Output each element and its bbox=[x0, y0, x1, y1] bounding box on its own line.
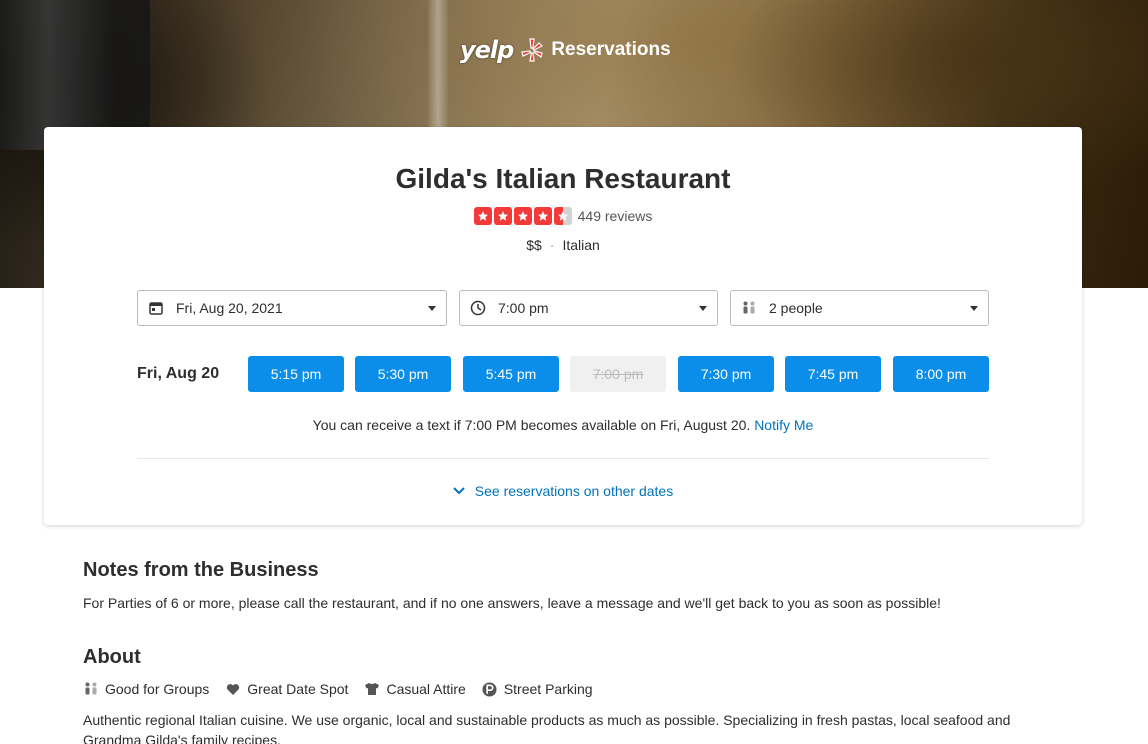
chevron-down-icon bbox=[699, 306, 707, 311]
star-icon bbox=[473, 207, 492, 225]
date-value: Fri, Aug 20, 2021 bbox=[176, 300, 283, 316]
time-slot-button[interactable]: 8:00 pm bbox=[893, 356, 989, 392]
time-select[interactable]: 7:00 pm bbox=[459, 290, 718, 326]
amenities-list: Good for Groups Great Date Spot Casual A… bbox=[83, 681, 593, 697]
star-rating bbox=[473, 207, 572, 225]
half-star-icon bbox=[553, 207, 572, 225]
party-size-select[interactable]: 2 people bbox=[730, 290, 989, 326]
amenity-great-date-spot: Great Date Spot bbox=[225, 681, 348, 697]
business-category[interactable]: Italian bbox=[562, 237, 599, 253]
price-range: $$ bbox=[526, 237, 542, 253]
review-count[interactable]: 449 reviews bbox=[578, 208, 653, 224]
shirt-icon bbox=[364, 681, 380, 697]
notify-message: You can receive a text if 7:00 PM become… bbox=[44, 417, 1082, 433]
calendar-icon bbox=[148, 300, 164, 316]
chevron-down-icon bbox=[453, 487, 465, 495]
date-select[interactable]: Fri, Aug 20, 2021 bbox=[137, 290, 447, 326]
people-icon bbox=[83, 681, 99, 697]
amenity-label: Great Date Spot bbox=[247, 681, 349, 697]
other-dates-label: See reservations on other dates bbox=[474, 483, 674, 499]
time-slot-button[interactable]: 7:45 pm bbox=[785, 356, 881, 392]
card-divider bbox=[137, 458, 989, 459]
yelp-burst-icon bbox=[521, 38, 544, 62]
notes-text: For Parties of 6 or more, please call th… bbox=[83, 595, 941, 611]
amenity-label: Good for Groups bbox=[105, 681, 210, 697]
people-icon bbox=[741, 300, 757, 316]
availability-day-label: Fri, Aug 20 bbox=[137, 365, 220, 382]
notes-heading: Notes from the Business bbox=[83, 559, 319, 581]
business-meta: $$ · Italian bbox=[44, 237, 1082, 253]
about-description: Authentic regional Italian cuisine. We u… bbox=[83, 712, 1011, 744]
star-icon bbox=[533, 207, 552, 225]
time-slot-button[interactable]: 7:30 pm bbox=[678, 356, 774, 392]
amenity-street-parking: Street Parking bbox=[482, 681, 593, 697]
time-value: 7:00 pm bbox=[498, 300, 549, 316]
time-slot-unavailable: 7:00 pm bbox=[570, 356, 666, 392]
business-name: Gilda's Italian Restaurant bbox=[395, 163, 731, 194]
rating-row: 449 reviews bbox=[44, 207, 1082, 225]
amenity-good-for-groups: Good for Groups bbox=[83, 681, 209, 697]
brand-header[interactable]: yelp Reservations bbox=[460, 30, 671, 70]
party-size-value: 2 people bbox=[769, 300, 823, 316]
heart-icon bbox=[225, 681, 241, 697]
time-slot-button[interactable]: 5:15 pm bbox=[248, 356, 344, 392]
parking-icon bbox=[482, 681, 498, 697]
chevron-down-icon bbox=[970, 306, 978, 311]
star-icon bbox=[513, 207, 532, 225]
amenity-label: Street Parking bbox=[503, 681, 593, 697]
meta-separator: · bbox=[549, 237, 555, 253]
notify-me-link[interactable]: Notify Me bbox=[754, 417, 813, 433]
time-slot-button[interactable]: 5:45 pm bbox=[463, 356, 559, 392]
star-icon bbox=[493, 207, 512, 225]
reservation-card: Gilda's Italian Restaurant 449 reviews $… bbox=[44, 127, 1082, 525]
notify-text: You can receive a text if 7:00 PM become… bbox=[312, 417, 751, 433]
reservations-title: Reservations bbox=[551, 39, 671, 60]
chevron-down-icon bbox=[428, 306, 436, 311]
yelp-logo-word: yelp bbox=[460, 36, 514, 64]
hero-glass-shape bbox=[428, 0, 448, 140]
about-heading: About bbox=[83, 646, 141, 668]
amenity-casual-attire: Casual Attire bbox=[364, 681, 466, 697]
clock-icon bbox=[470, 300, 486, 316]
time-slot-button[interactable]: 5:30 pm bbox=[355, 356, 451, 392]
amenity-label: Casual Attire bbox=[386, 681, 466, 697]
other-dates-toggle[interactable]: See reservations on other dates bbox=[44, 483, 1082, 499]
